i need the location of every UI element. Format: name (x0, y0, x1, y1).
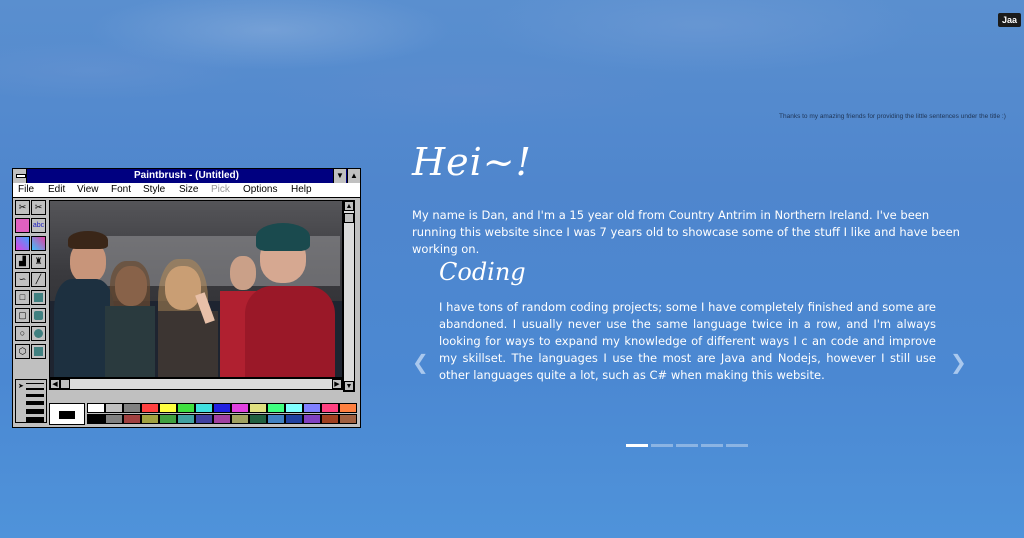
color-swatch[interactable] (339, 414, 357, 424)
airbrush-icon[interactable] (15, 218, 30, 233)
scroll-left-icon[interactable]: ◀ (50, 379, 60, 389)
color-swatch[interactable] (195, 414, 213, 424)
color-swatch[interactable] (195, 403, 213, 413)
menu-view[interactable]: View (77, 183, 99, 197)
scroll-thumb[interactable] (344, 213, 354, 223)
carousel-dot[interactable] (626, 444, 648, 447)
thanks-note: Thanks to my amazing friends for providi… (779, 113, 1006, 120)
paintbrush-window: Paintbrush - (Untitled) ▼ ▲ File Edit Vi… (12, 168, 361, 428)
menu-help[interactable]: Help (291, 183, 312, 197)
polygon-icon[interactable]: ⬡ (15, 344, 30, 359)
menu-style[interactable]: Style (143, 183, 165, 197)
brush-icon[interactable]: ♜ (31, 254, 46, 269)
color-swatch[interactable] (141, 414, 159, 424)
color-swatch[interactable] (177, 403, 195, 413)
scroll-up-icon[interactable]: ▲ (344, 201, 354, 211)
color-swatch[interactable] (231, 414, 249, 424)
menu-pick: Pick (211, 184, 230, 195)
menu-options[interactable]: Options (243, 183, 277, 197)
line-icon[interactable]: ╱ (31, 272, 46, 287)
color-swatch[interactable] (249, 414, 267, 424)
intro-text: My name is Dan, and I'm a 15 year old fr… (412, 208, 960, 256)
slide-title: Coding (439, 258, 526, 286)
menu-edit[interactable]: Edit (48, 183, 65, 197)
toolbox: ✂ ✂ abc ▟ ♜ ∽ ╱ □ ▢ ○ ⬡ (15, 200, 47, 378)
color-swatch[interactable] (105, 403, 123, 413)
filled-ellipse-icon[interactable] (31, 326, 46, 341)
curve-icon[interactable]: ∽ (15, 272, 30, 287)
color-swatch[interactable] (249, 403, 267, 413)
text-icon[interactable]: abc (31, 218, 46, 233)
menu-bar: File Edit View Font Style Size Pick Opti… (13, 183, 360, 198)
minimize-icon[interactable]: ▼ (333, 169, 346, 183)
ellipse-icon[interactable]: ○ (15, 326, 30, 341)
maximize-icon[interactable]: ▲ (347, 169, 360, 183)
current-color-indicator (49, 403, 85, 425)
color-swatch[interactable] (87, 414, 105, 424)
system-menu-icon[interactable] (13, 169, 27, 183)
color-swatch[interactable] (303, 403, 321, 413)
scroll-thumb-h[interactable] (60, 379, 70, 389)
color-swatch[interactable] (213, 414, 231, 424)
color-swatch[interactable] (267, 414, 285, 424)
window-title-bar[interactable]: Paintbrush - (Untitled) (13, 169, 360, 183)
color-swatch[interactable] (285, 414, 303, 424)
canvas-photo[interactable] (49, 200, 343, 378)
language-button[interactable]: Jaa (997, 13, 1021, 27)
menu-file[interactable]: File (18, 183, 34, 197)
scroll-right-icon[interactable]: ▶ (332, 379, 342, 389)
slide-text: I have tons of random coding projects; s… (439, 300, 936, 382)
color-swatch[interactable] (159, 403, 177, 413)
scroll-down-icon[interactable]: ▼ (344, 381, 354, 391)
color-swatch[interactable] (303, 414, 321, 424)
chevron-right-icon[interactable]: ❯ (950, 350, 967, 374)
rectangle-icon[interactable]: □ (15, 290, 30, 305)
page-title: Hei~! (412, 140, 532, 184)
paint-roller-icon[interactable]: ▟ (15, 254, 30, 269)
color-swatch[interactable] (141, 403, 159, 413)
color-palette (87, 403, 357, 425)
color-swatch[interactable] (267, 403, 285, 413)
color-swatch[interactable] (321, 403, 339, 413)
horizontal-scrollbar[interactable]: ◀ ▶ (49, 378, 343, 390)
filled-rectangle-icon[interactable] (31, 290, 46, 305)
scissors-icon[interactable]: ✂ (31, 200, 46, 215)
color-swatch[interactable] (105, 414, 123, 424)
color-swatch[interactable] (213, 403, 231, 413)
rounded-rectangle-icon[interactable]: ▢ (15, 308, 30, 323)
color-swatch[interactable] (123, 414, 141, 424)
window-title: Paintbrush - (Untitled) (134, 170, 239, 181)
scissors-star-icon[interactable]: ✂ (15, 200, 30, 215)
chevron-left-icon[interactable]: ❮ (412, 350, 429, 374)
color-swatch[interactable] (159, 414, 177, 424)
color-swatch[interactable] (123, 403, 141, 413)
eraser-icon[interactable] (31, 236, 46, 251)
filled-rounded-rectangle-icon[interactable] (31, 308, 46, 323)
menu-size[interactable]: Size (179, 183, 198, 197)
color-swatch[interactable] (339, 403, 357, 413)
carousel-dot[interactable] (651, 444, 673, 447)
color-swatch[interactable] (285, 403, 303, 413)
color-swatch[interactable] (231, 403, 249, 413)
carousel-dot[interactable] (701, 444, 723, 447)
line-width-selector[interactable]: ➤ (15, 379, 47, 423)
carousel-dot[interactable] (676, 444, 698, 447)
carousel-dot[interactable] (726, 444, 748, 447)
color-swatch[interactable] (177, 414, 195, 424)
filled-polygon-icon[interactable] (31, 344, 46, 359)
vertical-scrollbar[interactable]: ▲ ▼ (343, 200, 355, 392)
color-eraser-icon[interactable] (15, 236, 30, 251)
menu-font[interactable]: Font (111, 183, 131, 197)
color-swatch[interactable] (87, 403, 105, 413)
color-swatch[interactable] (321, 414, 339, 424)
